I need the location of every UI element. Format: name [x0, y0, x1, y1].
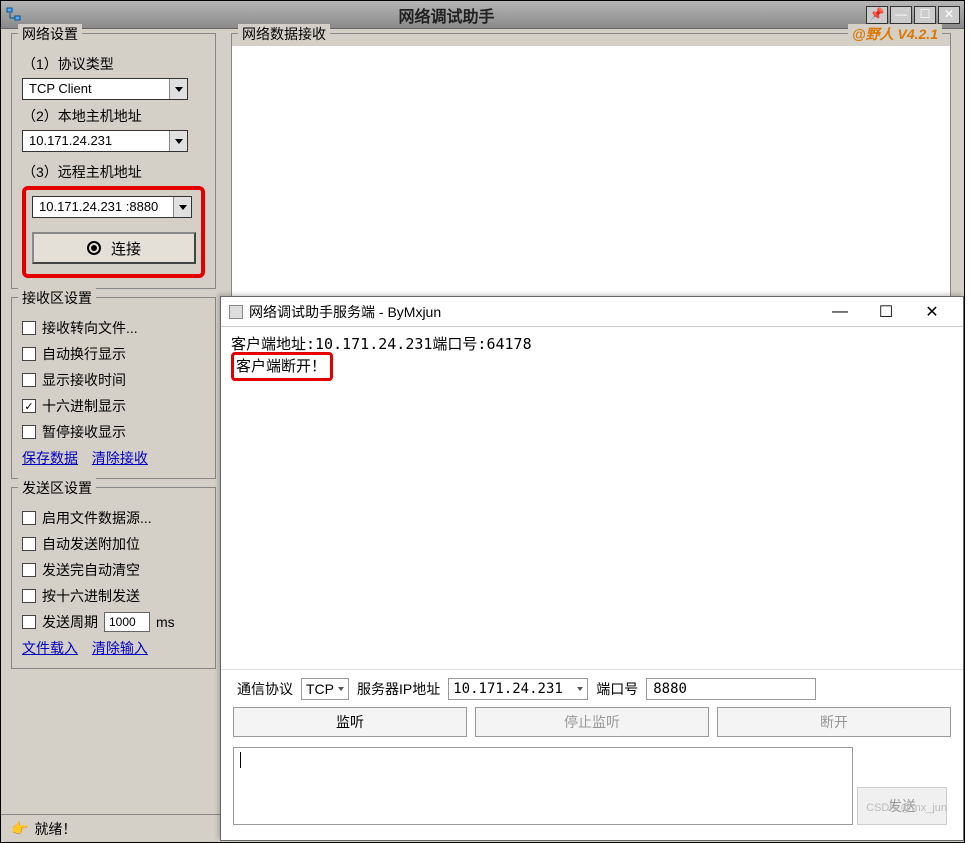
highlight-box-1: 10.171.24.231 :8880 连接 — [22, 186, 205, 278]
local-host-select[interactable]: 10.171.24.231 — [22, 130, 188, 152]
main-title: 网络调试助手 — [27, 3, 866, 27]
tx-opt-row[interactable]: 自动发送附加位 — [22, 534, 205, 554]
watermark: CSDN @mx_jun — [866, 802, 947, 814]
server-title: 网络调试助手服务端 - ByMxjun — [249, 302, 817, 322]
tx-opt-row[interactable]: 发送完自动清空 — [22, 560, 205, 580]
text-cursor — [240, 752, 241, 768]
rx-opt-row[interactable]: 十六进制显示 — [22, 396, 205, 416]
checkbox[interactable] — [22, 321, 36, 335]
checkbox[interactable] — [22, 425, 36, 439]
rx-opt-row[interactable]: 显示接收时间 — [22, 370, 205, 390]
checkbox[interactable] — [22, 373, 36, 387]
rx-opt-row[interactable]: 暂停接收显示 — [22, 422, 205, 442]
tx-opt-label: 发送完自动清空 — [42, 560, 140, 580]
save-data-link[interactable]: 保存数据 — [22, 450, 78, 466]
server-protocol-select[interactable]: TCP — [301, 678, 349, 700]
remote-host-label: （3）远程主机地址 — [22, 162, 205, 182]
chevron-down-icon — [577, 687, 583, 691]
server-log-line: 客户端断开！ — [236, 357, 326, 375]
server-log-line: 客户端地址:10.171.24.231端口号:64178 — [231, 333, 953, 354]
chevron-down-icon[interactable] — [169, 131, 187, 151]
tx-opt-label: 按十六进制发送 — [42, 586, 140, 606]
chevron-down-icon — [338, 687, 344, 691]
status-text: 就绪！ — [34, 819, 76, 839]
server-protocol-value: TCP — [306, 681, 334, 697]
network-settings-group: 网络设置 （1）协议类型 TCP Client （2）本地主机地址 10.171… — [11, 33, 216, 289]
checkbox[interactable] — [22, 511, 36, 525]
server-maximize-button[interactable]: ☐ — [863, 298, 909, 326]
tx-opt-row[interactable]: 按十六进制发送 — [22, 586, 205, 606]
local-host-value: 10.171.24.231 — [23, 131, 169, 151]
stop-listen-button[interactable]: 停止监听 — [475, 707, 709, 737]
version-label: @野人 V4.2.1 — [848, 24, 942, 44]
connect-button-label: 连接 — [111, 238, 141, 259]
port-label: 端口号 — [596, 679, 638, 699]
remote-host-value: 10.171.24.231 :8880 — [33, 197, 173, 217]
rx-data-title: 网络数据接收 — [238, 24, 330, 44]
clear-rx-link[interactable]: 清除接收 — [92, 450, 148, 466]
server-ip-label: 服务器IP地址 — [357, 679, 440, 699]
server-config-row: 通信协议 TCP 服务器IP地址 10.171.24.231 端口号 8880 — [221, 669, 963, 707]
server-close-button[interactable]: ✕ — [909, 298, 955, 326]
maximize-button[interactable]: ☐ — [914, 6, 936, 24]
main-titlebar[interactable]: 网络调试助手 📌 — ☐ ✕ — [1, 1, 964, 29]
highlight-box-2: 客户端断开！ — [231, 352, 333, 381]
remote-host-select[interactable]: 10.171.24.231 :8880 — [32, 196, 192, 218]
period-input[interactable]: 1000 — [104, 612, 150, 632]
chevron-down-icon[interactable] — [169, 79, 187, 99]
connect-button[interactable]: 连接 — [32, 232, 196, 264]
port-input[interactable]: 8880 — [646, 678, 816, 700]
tx-opt-label: 启用文件数据源... — [42, 508, 152, 528]
protocol-label: 通信协议 — [237, 679, 293, 699]
clear-tx-link[interactable]: 清除输入 — [92, 640, 148, 656]
pin-icon[interactable]: 📌 — [866, 6, 888, 24]
chevron-down-icon[interactable] — [173, 197, 191, 217]
app-icon — [5, 6, 23, 24]
checkbox[interactable] — [22, 615, 36, 629]
tx-settings-group: 发送区设置 启用文件数据源... 自动发送附加位 发送完自动清空 按十六进制发送… — [11, 487, 216, 669]
left-panel: 网络设置 （1）协议类型 TCP Client （2）本地主机地址 10.171… — [11, 33, 216, 677]
checkbox[interactable] — [22, 347, 36, 361]
file-load-link[interactable]: 文件载入 — [22, 640, 78, 656]
tx-period-row[interactable]: 发送周期 1000 ms — [22, 612, 205, 632]
period-unit: ms — [156, 614, 175, 630]
checkbox[interactable] — [22, 589, 36, 603]
server-ip-select[interactable]: 10.171.24.231 — [448, 678, 588, 700]
server-log-area[interactable]: 客户端地址:10.171.24.231端口号:64178 客户端断开！ — [221, 327, 963, 652]
network-settings-title: 网络设置 — [18, 24, 82, 44]
rx-settings-group: 接收区设置 接收转向文件... 自动换行显示 显示接收时间 十六进制显示 暂停接… — [11, 297, 216, 479]
server-ip-value: 10.171.24.231 — [453, 681, 573, 697]
rx-opt-label: 接收转向文件... — [42, 318, 138, 338]
minimize-button[interactable]: — — [890, 6, 912, 24]
rx-opt-label: 自动换行显示 — [42, 344, 126, 364]
checkbox[interactable] — [22, 563, 36, 577]
rx-settings-title: 接收区设置 — [18, 288, 96, 308]
protocol-value: TCP Client — [23, 79, 169, 99]
server-minimize-button[interactable]: — — [817, 298, 863, 326]
checkbox[interactable] — [22, 399, 36, 413]
rx-opt-row[interactable]: 自动换行显示 — [22, 344, 205, 364]
local-host-label: （2）本地主机地址 — [22, 106, 205, 126]
record-icon — [87, 241, 101, 255]
tx-opt-label: 自动发送附加位 — [42, 534, 140, 554]
checkbox[interactable] — [22, 537, 36, 551]
protocol-select[interactable]: TCP Client — [22, 78, 188, 100]
rx-opt-label: 十六进制显示 — [42, 396, 126, 416]
listen-button[interactable]: 监听 — [233, 707, 467, 737]
disconnect-button[interactable]: 断开 — [717, 707, 951, 737]
rx-opt-label: 显示接收时间 — [42, 370, 126, 390]
tx-settings-title: 发送区设置 — [18, 478, 96, 498]
protocol-label: （1）协议类型 — [22, 54, 205, 74]
period-label: 发送周期 — [42, 612, 98, 632]
pointer-icon: 👉 — [11, 820, 28, 837]
close-button[interactable]: ✕ — [938, 6, 960, 24]
server-window: 网络调试助手服务端 - ByMxjun — ☐ ✕ 客户端地址:10.171.2… — [220, 296, 964, 841]
rx-opt-row[interactable]: 接收转向文件... — [22, 318, 205, 338]
rx-opt-label: 暂停接收显示 — [42, 422, 126, 442]
server-send-textarea[interactable] — [233, 747, 853, 825]
server-app-icon — [229, 305, 243, 319]
server-button-row: 监听 停止监听 断开 — [221, 707, 963, 737]
server-titlebar[interactable]: 网络调试助手服务端 - ByMxjun — ☐ ✕ — [221, 297, 963, 327]
tx-opt-row[interactable]: 启用文件数据源... — [22, 508, 205, 528]
